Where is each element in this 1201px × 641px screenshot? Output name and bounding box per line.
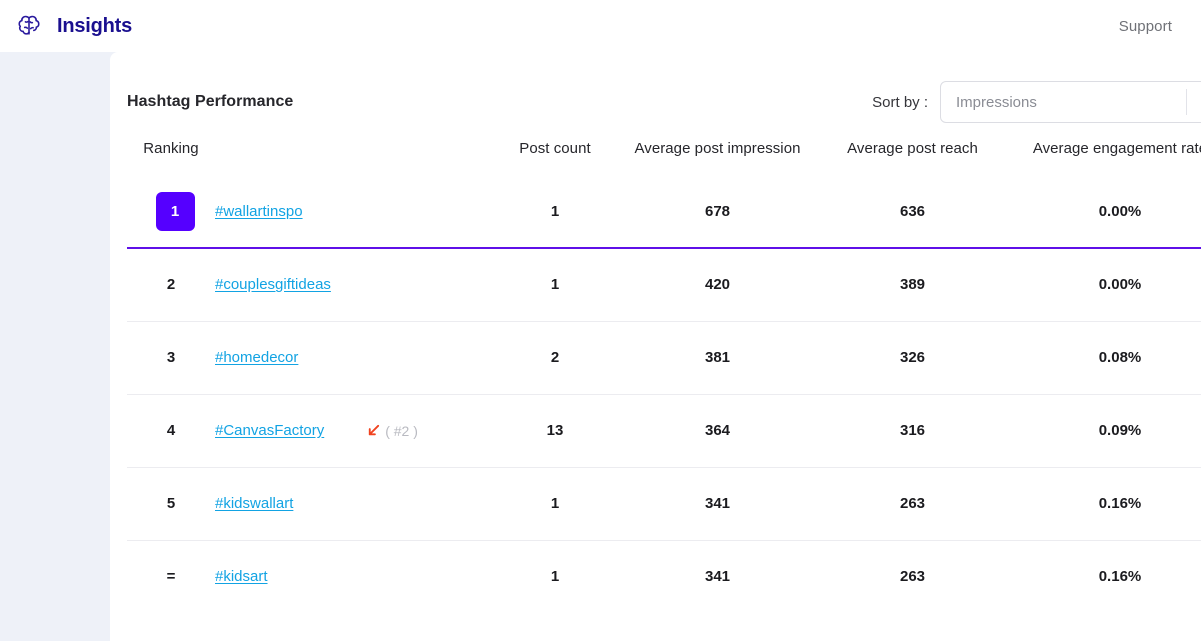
cell-average-post-impression: 341 xyxy=(610,467,825,541)
cell-hashtag: #couplesgiftideas xyxy=(215,248,500,322)
cell-average-post-impression: 364 xyxy=(610,394,825,468)
hashtag-link[interactable]: #wallartinspo xyxy=(215,203,303,220)
cell-post-count: 1 xyxy=(550,568,560,586)
table-header: Ranking Post count Average post impressi… xyxy=(127,126,1201,175)
hashtag-wrapper: #kidsart xyxy=(215,568,500,585)
cell-average-post-impression: 678 xyxy=(610,175,825,249)
arrow-down-left-icon xyxy=(366,423,381,438)
brain-icon xyxy=(14,11,44,41)
sort-by-selected-value: Impressions xyxy=(956,93,1037,111)
page-title: Hashtag Performance xyxy=(127,93,294,110)
page-body: Hashtag Performance Sort by : Impression… xyxy=(0,52,1201,641)
cell-hashtag: #kidswallart xyxy=(215,467,500,541)
cell-hashtag: #kidsart xyxy=(215,540,500,613)
table-row: 3 #homedecor 2 381 326 0.08% xyxy=(127,321,1201,395)
sort-by-select[interactable]: Impressions xyxy=(940,81,1201,123)
cell-ranking: 4 xyxy=(127,394,215,468)
brand-name: Insights xyxy=(57,14,133,37)
hashtag-wrapper: #homedecor xyxy=(215,349,500,366)
cell-average-post-reach: 263 xyxy=(899,568,926,586)
hashtag-table: Ranking Post count Average post impressi… xyxy=(127,126,1201,613)
hashtag-wrapper: #couplesgiftideas xyxy=(215,276,500,293)
cell-average-engagement-rate: 0.00% xyxy=(1000,248,1201,322)
support-link[interactable]: Support xyxy=(1119,18,1172,35)
hashtag-link[interactable]: #homedecor xyxy=(215,349,298,366)
top-bar: Insights Support xyxy=(0,0,1201,52)
hashtag-link[interactable]: #couplesgiftideas xyxy=(215,276,331,293)
cell-average-engagement-rate: 0.16% xyxy=(1098,568,1142,586)
chevron-down-icon[interactable] xyxy=(1187,95,1201,109)
cell-ranking: = xyxy=(127,540,215,613)
table-row: = #kidsart 1 341 263 0.16% xyxy=(127,540,1201,613)
table-header-row: Ranking Post count Average post impressi… xyxy=(127,126,1201,175)
cell-average-post-reach: 636 xyxy=(825,175,1000,249)
cell-average-engagement-rate: 0.09% xyxy=(1000,394,1201,468)
rank-value: 2 xyxy=(166,276,176,294)
cell-hashtag: #CanvasFactory ( #2 ) xyxy=(215,394,500,468)
rank-value: = xyxy=(166,568,176,586)
column-header-hashtag xyxy=(215,126,500,175)
rank-value: 4 xyxy=(166,422,176,439)
rank-badge: 1 xyxy=(155,191,195,231)
cell-ranking: 3 xyxy=(127,321,215,395)
column-header-average-post-reach: Average post reach xyxy=(847,140,978,157)
column-header-average-engagement-rate: Average engagement rate xyxy=(1032,140,1201,157)
cell-post-count: 2 xyxy=(500,321,610,395)
hashtag-performance-card: Hashtag Performance Sort by : Impression… xyxy=(110,52,1201,641)
table-row: 4 #CanvasFactory ( #2 ) 13 364 316 0.09% xyxy=(127,394,1201,468)
cell-average-post-reach: 389 xyxy=(825,248,1000,322)
card-header: Hashtag Performance Sort by : Impression… xyxy=(110,52,1201,126)
table-row: 5 #kidswallart 1 341 263 0.16% xyxy=(127,467,1201,541)
table-body: 1 #wallartinspo 1 678 636 0.00% 2 #couplesgifti… xyxy=(127,175,1201,613)
sort-by-control: Sort by : Impressions xyxy=(872,73,1201,123)
cell-post-count: 13 xyxy=(500,394,610,468)
cell-average-post-impression: 420 xyxy=(610,248,825,322)
hashtag-link[interactable]: #CanvasFactory xyxy=(215,422,324,439)
cell-post-count: 1 xyxy=(500,248,610,322)
rank-change-text: ( #2 ) xyxy=(385,422,418,439)
column-header-average-post-impression: Average post impression xyxy=(634,140,801,157)
cell-average-post-impression: 341 xyxy=(704,568,731,586)
cell-average-post-impression: 381 xyxy=(610,321,825,395)
cell-post-count: 1 xyxy=(500,175,610,249)
hashtag-wrapper: #CanvasFactory ( #2 ) xyxy=(215,422,500,439)
rank-value: 3 xyxy=(166,349,176,366)
rank-change: ( #2 ) xyxy=(366,423,418,439)
cell-post-count: 1 xyxy=(500,467,610,541)
table-row: 1 #wallartinspo 1 678 636 0.00% xyxy=(127,175,1201,249)
cell-average-engagement-rate: 0.00% xyxy=(1000,175,1201,249)
cell-average-engagement-rate: 0.08% xyxy=(1000,321,1201,395)
hashtag-link[interactable]: #kidsart xyxy=(215,568,268,585)
cell-ranking: 2 xyxy=(127,248,215,322)
cell-hashtag: #homedecor xyxy=(215,321,500,395)
hashtag-wrapper: #wallartinspo xyxy=(215,203,500,220)
hashtag-link[interactable]: #kidswallart xyxy=(215,495,293,512)
cell-average-engagement-rate: 0.16% xyxy=(1000,467,1201,541)
cell-average-post-reach: 316 xyxy=(825,394,1000,468)
column-header-post-count: Post count xyxy=(519,140,591,157)
column-header-ranking: Ranking xyxy=(143,140,199,157)
brand[interactable]: Insights xyxy=(14,11,132,41)
table-row: 2 #couplesgiftideas 1 420 389 0.00% xyxy=(127,248,1201,322)
rank-value: 5 xyxy=(166,495,176,512)
cell-ranking: 1 xyxy=(127,175,215,249)
cell-average-post-reach: 263 xyxy=(825,467,1000,541)
cell-ranking: 5 xyxy=(127,467,215,541)
sort-by-label: Sort by : xyxy=(872,93,928,111)
cell-average-post-reach: 326 xyxy=(825,321,1000,395)
hashtag-wrapper: #kidswallart xyxy=(215,495,500,512)
cell-hashtag: #wallartinspo xyxy=(215,175,500,249)
